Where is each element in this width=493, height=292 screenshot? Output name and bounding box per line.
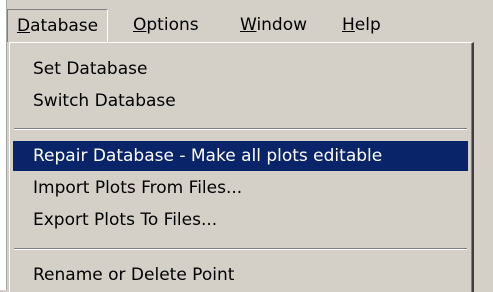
menu-item-import-plots[interactable]: Import Plots From Files...	[13, 173, 468, 203]
menu-database[interactable]: Database	[7, 9, 109, 42]
menu-item-label: Set Database	[33, 59, 148, 79]
menu-options[interactable]: Options	[124, 9, 208, 42]
menu-item-label: Repair Database - Make all plots editabl…	[33, 146, 383, 166]
window-left-edge	[0, 0, 7, 290]
menu-help[interactable]: Help	[333, 9, 390, 42]
menu-database-label: Database	[17, 16, 99, 36]
menu-item-repair-database[interactable]: Repair Database - Make all plots editabl…	[13, 141, 468, 171]
menu-item-label: Rename or Delete Point	[33, 265, 235, 285]
menu-item-rename-delete-point[interactable]: Rename or Delete Point	[13, 260, 468, 290]
menu-item-set-database[interactable]: Set Database	[13, 54, 468, 84]
menu-options-label: Options	[133, 15, 199, 35]
menu-window-label: Window	[240, 15, 308, 35]
menu-item-label: Export Plots To Files...	[33, 210, 218, 230]
database-dropdown-menu: Set Database Switch Database Repair Data…	[9, 42, 474, 292]
menu-separator	[14, 248, 467, 250]
menu-item-label: Switch Database	[33, 91, 176, 111]
menu-item-label: Import Plots From Files...	[33, 178, 243, 198]
menu-item-switch-database[interactable]: Switch Database	[13, 86, 468, 116]
menu-separator	[14, 128, 467, 130]
menu-bar: Database Options Window Help	[7, 0, 493, 44]
menu-help-label: Help	[342, 15, 381, 35]
menu-item-export-plots[interactable]: Export Plots To Files...	[13, 205, 468, 235]
menu-window[interactable]: Window	[231, 9, 316, 42]
